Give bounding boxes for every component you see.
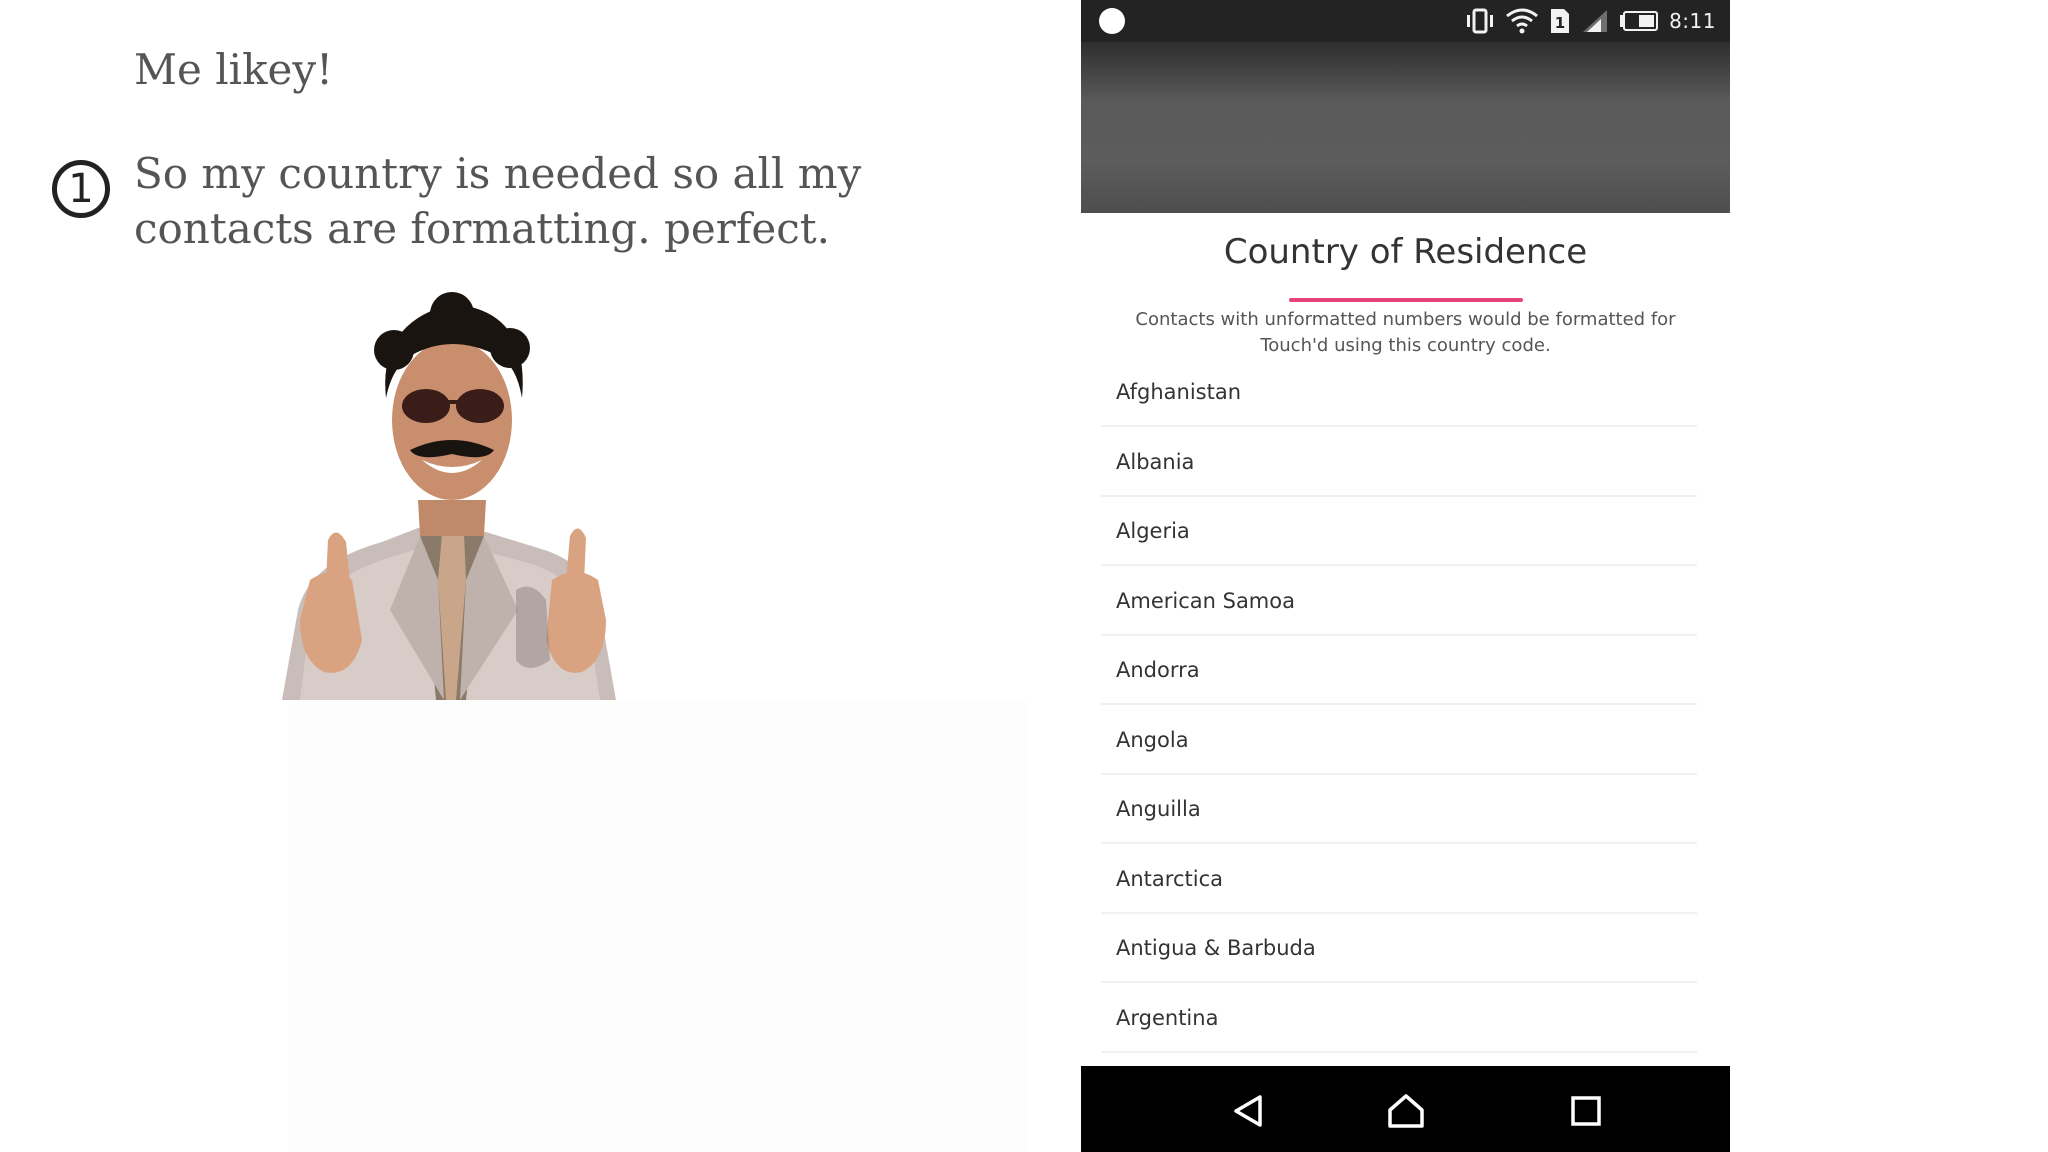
status-bar: 1 8:11 <box>1081 0 1730 42</box>
dialog-description: Contacts with unformatted numbers would … <box>1135 309 1676 356</box>
background-panel <box>288 700 1028 1152</box>
country-item-afghanistan[interactable]: Afghanistan <box>1101 359 1697 427</box>
battery-icon <box>1620 11 1659 31</box>
dialog-title: Country of Residence <box>1223 232 1588 272</box>
vibrate-icon <box>1467 8 1494 34</box>
country-item-andorra[interactable]: Andorra <box>1101 637 1697 705</box>
sim-icon: 1 <box>1551 9 1570 33</box>
navigation-bar <box>1081 1066 1730 1152</box>
app-header-background <box>1081 42 1730 213</box>
title-underline <box>1289 298 1523 302</box>
country-item-antarctica[interactable]: Antarctica <box>1101 846 1697 914</box>
nav-home-button[interactable] <box>1383 1088 1429 1134</box>
country-item-american-samoa[interactable]: American Samoa <box>1101 568 1697 636</box>
country-item-albania[interactable]: Albania <box>1101 429 1697 497</box>
signal-icon <box>1583 10 1608 32</box>
country-item-antigua-barbuda[interactable]: Antigua & Barbuda <box>1101 915 1697 983</box>
phone-screen: 1 8:11 Country of Residence Contacts wit… <box>1081 0 1730 1152</box>
status-icons: 1 8:11 <box>1465 6 1716 36</box>
annotation-marker: 1 <box>52 160 110 218</box>
commentary-line-1: Me likey! <box>134 45 333 94</box>
country-list: Afghanistan Albania Algeria American Sam… <box>1101 359 1697 1054</box>
back-icon <box>1234 1095 1262 1127</box>
sim-slot-label: 1 <box>1555 14 1565 32</box>
nav-recents-button[interactable] <box>1563 1088 1609 1134</box>
recents-icon <box>1571 1096 1601 1126</box>
country-item-angola[interactable]: Angola <box>1101 707 1697 775</box>
commentary-line-2: So my country is needed so all my contac… <box>134 149 862 253</box>
notification-dot-icon <box>1099 8 1125 34</box>
wifi-icon <box>1506 8 1539 34</box>
nav-back-button[interactable] <box>1225 1088 1271 1134</box>
home-icon <box>1388 1094 1424 1128</box>
thumbs-up-man-photo <box>282 292 616 700</box>
country-item-argentina[interactable]: Argentina <box>1101 985 1697 1053</box>
status-time: 8:11 <box>1669 9 1716 33</box>
country-item-algeria[interactable]: Algeria <box>1101 498 1697 566</box>
country-item-anguilla[interactable]: Anguilla <box>1101 776 1697 844</box>
